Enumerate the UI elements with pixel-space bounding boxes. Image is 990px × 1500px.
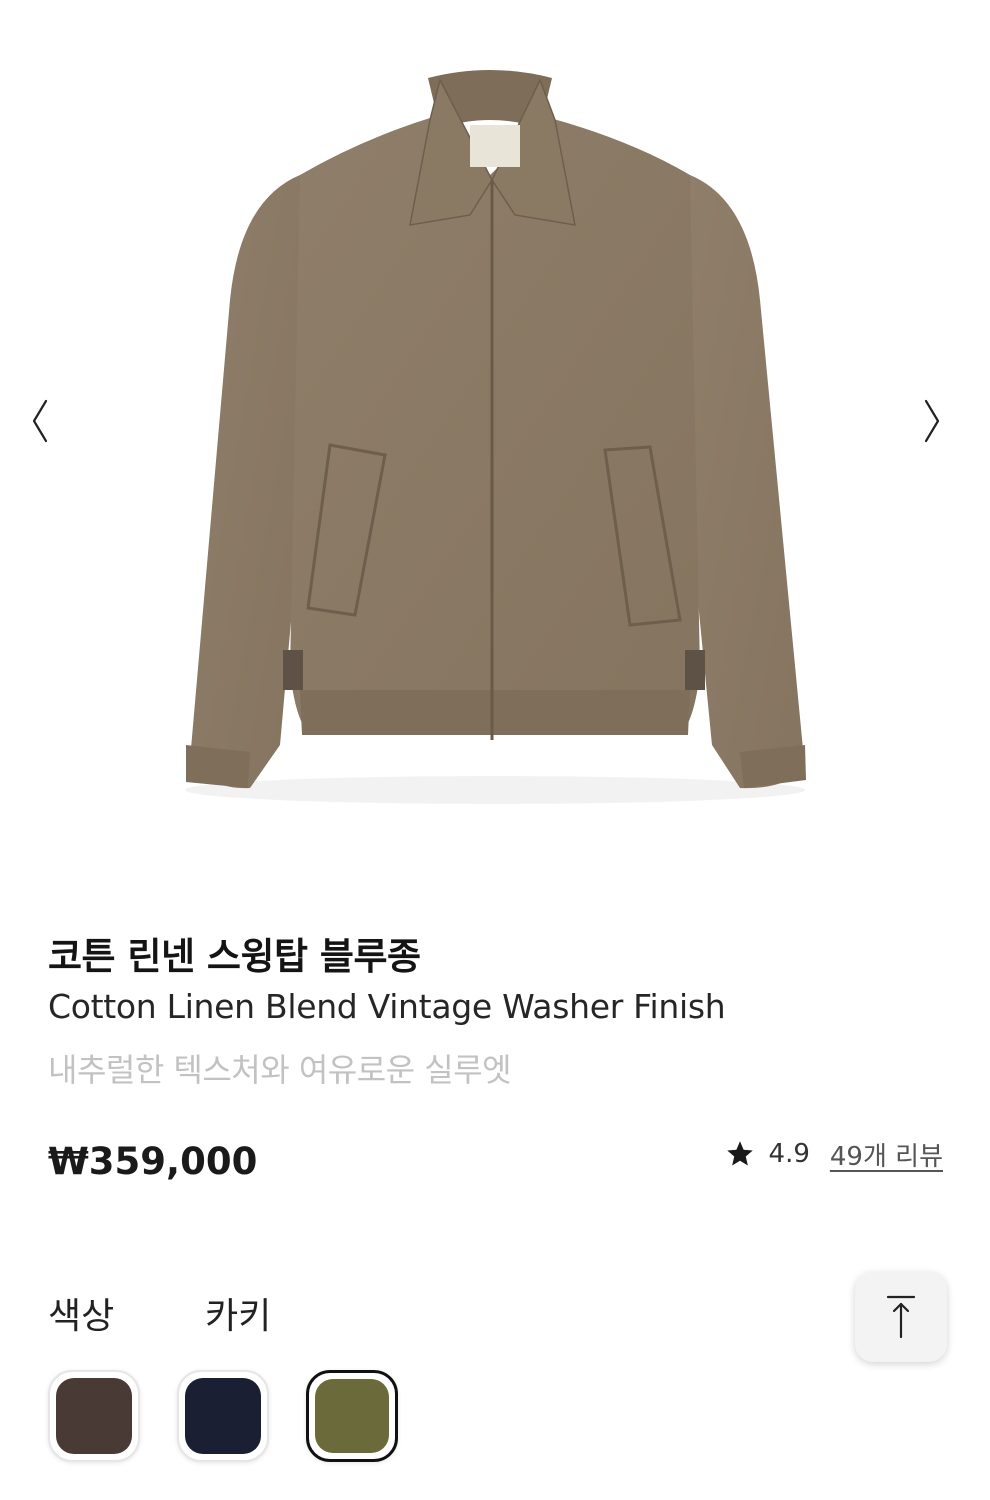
product-image-gallery[interactable] — [0, 0, 990, 880]
product-image — [185, 70, 806, 804]
star-icon — [726, 1141, 753, 1166]
color-option-label: 색상 — [48, 1296, 115, 1337]
rating-summary: 4.9 49개 리뷰 — [725, 1134, 943, 1174]
chevron-right-icon — [924, 399, 940, 443]
product-subtitle: 내추럴한 텍스처와 여유로운 실루엣 — [48, 1051, 512, 1089]
color-swatch-list — [48, 1370, 398, 1462]
next-image-button[interactable] — [922, 398, 962, 458]
selected-color-name: 카키 — [205, 1296, 272, 1337]
chevron-left-icon — [32, 399, 48, 443]
color-swatch-khaki[interactable] — [306, 1370, 398, 1462]
scroll-to-top-button[interactable] — [855, 1272, 947, 1362]
arrow-up-icon — [886, 1295, 916, 1339]
product-price: ₩359,000 — [48, 1140, 258, 1183]
prev-image-button[interactable] — [30, 398, 70, 458]
color-swatch-navy[interactable] — [177, 1370, 269, 1462]
color-swatch-brown[interactable] — [48, 1370, 140, 1462]
product-english-title: Cotton Linen Blend Vintage Washer Finish — [48, 987, 726, 1026]
swatch-fill — [56, 1378, 132, 1454]
product-title: 코튼 린넨 스윙탑 블루종 — [48, 935, 421, 978]
product-page: 코튼 린넨 스윙탑 블루종 Cotton Linen Blend Vintage… — [0, 0, 990, 1500]
rating-value: 4.9 — [768, 1139, 810, 1169]
swatch-fill — [185, 1378, 261, 1454]
review-count-link[interactable]: 49개 리뷰 — [830, 1136, 943, 1173]
swatch-fill — [315, 1379, 389, 1453]
